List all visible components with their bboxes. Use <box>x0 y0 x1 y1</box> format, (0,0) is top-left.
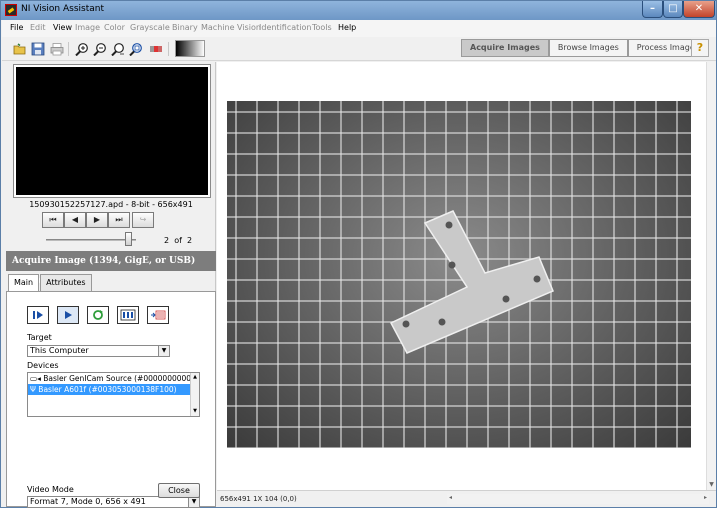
menu-edit[interactable]: Edit <box>30 23 46 32</box>
scroll-left-icon[interactable]: ◂ <box>449 494 452 501</box>
minimize-button[interactable]: – <box>642 1 663 18</box>
bracket-hole <box>438 318 446 326</box>
menu-view[interactable]: View <box>53 23 72 32</box>
browse-navigation: ⏮ ◀ ▶ ⏭ ↪ <box>42 212 154 228</box>
menu-grayscale[interactable]: Grayscale <box>130 23 170 32</box>
maximize-button[interactable]: □ <box>663 1 683 18</box>
acquired-image <box>227 101 691 448</box>
chevron-down-icon: ▼ <box>188 497 199 507</box>
zoom-fit-icon[interactable] <box>128 41 144 57</box>
menu-help[interactable]: Help <box>338 23 356 32</box>
image-slider-track[interactable] <box>46 239 136 241</box>
setup-header: Acquire Image (1394, GigE, or USB) Setup <box>6 251 216 286</box>
previous-image-button[interactable]: ◀ <box>64 212 86 228</box>
setup-body: Target This Computer ▼ Devices ▭◂ Basler… <box>6 291 216 508</box>
lut-gradient-icon[interactable] <box>175 40 205 57</box>
menu-bar: File Edit View Image Color Grayscale Bin… <box>2 20 716 37</box>
acquire-continuous-button[interactable] <box>57 306 79 324</box>
status-bar: 656x491 1X 104 (0,0) ◂ ▸ <box>217 490 716 507</box>
store-images-icon[interactable] <box>147 306 169 324</box>
vertical-scrollbar[interactable]: ▼ <box>706 62 716 490</box>
menu-color[interactable]: Color <box>104 23 125 32</box>
devices-list[interactable]: ▭◂ Basler GenICam Source (#000000000000 … <box>27 372 200 417</box>
zoom-in-icon[interactable] <box>74 41 90 57</box>
toolbar-separator <box>68 42 69 56</box>
first-image-button[interactable]: ⏮ <box>42 212 64 228</box>
bracket-hole <box>533 275 541 283</box>
zoom-out-icon[interactable] <box>92 41 108 57</box>
tab-browse-images[interactable]: Browse Images <box>548 39 628 57</box>
file-info: 15093015225712​7.apd - 8-bit - 656x491 <box>29 200 193 209</box>
title-bar: NI Vision Assistant <box>1 1 716 20</box>
page-total: 2 <box>187 236 193 245</box>
menu-file[interactable]: File <box>10 23 23 32</box>
menu-tools[interactable]: Tools <box>312 23 332 32</box>
app-window: NI Vision Assistant – □ ✕ File Edit View… <box>0 0 717 508</box>
camera-icon: ▭◂ <box>30 374 44 383</box>
save-icon[interactable] <box>30 41 46 57</box>
list-scrollbar[interactable]: ▲ ▼ <box>190 373 199 416</box>
menu-image[interactable]: Image <box>75 23 100 32</box>
scroll-down-icon[interactable]: ▼ <box>707 481 716 488</box>
sequence-icon[interactable] <box>117 306 139 324</box>
preview-frame <box>13 64 211 198</box>
print-icon[interactable] <box>49 41 65 57</box>
next-image-button[interactable]: ▶ <box>86 212 108 228</box>
menu-identification[interactable]: Identification <box>259 23 311 32</box>
menu-binary[interactable]: Binary <box>172 23 198 32</box>
devices-label: Devices <box>27 361 59 370</box>
scroll-down-icon[interactable]: ▼ <box>191 407 199 416</box>
tab-acquire-images[interactable]: Acquire Images <box>461 39 549 57</box>
bracket-hole <box>502 295 510 303</box>
bracket-hole <box>445 221 453 229</box>
mode-tabs: Acquire Images Browse Images Process Ima… <box>461 39 708 57</box>
refresh-icon[interactable] <box>87 306 109 324</box>
help-button[interactable]: ? <box>691 39 709 57</box>
target-dropdown[interactable]: This Computer ▼ <box>27 345 170 357</box>
bracket-hole <box>402 320 410 328</box>
page-current: 2 <box>164 236 170 245</box>
target-value: This Computer <box>30 346 89 355</box>
page-counter: 2 of 2 <box>164 236 192 245</box>
left-panel: 15093015225712​7.apd - 8-bit - 656x491 ⏮… <box>2 62 216 508</box>
acquire-single-button[interactable] <box>27 306 49 324</box>
image-slider-thumb[interactable] <box>125 232 132 246</box>
video-mode-value: Format 7, Mode 0, 656 x 491 <box>30 497 146 506</box>
close-window-button[interactable]: ✕ <box>683 1 715 18</box>
horizontal-scrollbar[interactable]: ◂ ▸ <box>447 494 709 504</box>
scroll-up-icon[interactable]: ▲ <box>191 373 199 382</box>
window-title: NI Vision Assistant <box>21 4 104 14</box>
menu-machine-vision[interactable]: Machine Vision <box>201 23 261 32</box>
metal-bracket <box>389 210 554 354</box>
close-button[interactable]: Close <box>158 483 200 498</box>
bracket-hole <box>448 261 456 269</box>
tab-attributes[interactable]: Attributes <box>40 274 92 291</box>
open-icon[interactable] <box>12 41 28 57</box>
image-canvas[interactable] <box>217 62 706 490</box>
page-of: of <box>174 236 182 245</box>
image-preview <box>16 67 208 195</box>
tab-main[interactable]: Main <box>8 274 40 292</box>
setup-tabs: Main Attributes <box>8 274 93 292</box>
video-mode-label: Video Mode <box>27 485 74 494</box>
palette-icon[interactable] <box>148 41 164 57</box>
status-text: 656x491 1X 104 (0,0) <box>220 495 297 503</box>
undo-arrow-button[interactable]: ↪ <box>132 212 154 228</box>
toolbar-separator <box>168 42 169 56</box>
scroll-right-icon[interactable]: ▸ <box>704 494 707 501</box>
app-icon <box>5 4 17 16</box>
last-image-button[interactable]: ⏭ <box>108 212 130 228</box>
chevron-down-icon: ▼ <box>158 346 169 356</box>
zoom-1to1-icon[interactable] <box>110 41 126 57</box>
list-item[interactable]: Ψ Basler A601f (#003053000138F100) <box>28 384 199 395</box>
list-item[interactable]: ▭◂ Basler GenICam Source (#000000000000 <box>28 373 199 384</box>
target-label: Target <box>27 333 52 342</box>
